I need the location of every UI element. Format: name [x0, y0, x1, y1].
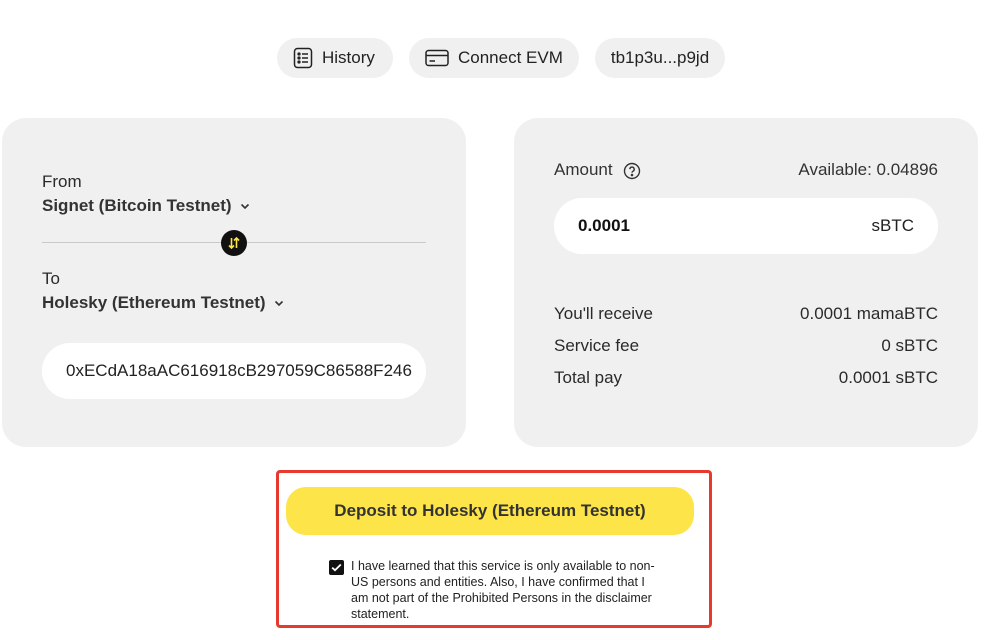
- connect-evm-button[interactable]: Connect EVM: [409, 38, 579, 78]
- amount-value: 0.0001: [578, 216, 630, 235]
- disclaimer-text: I have learned that this service is only…: [351, 559, 655, 621]
- from-network-name: Signet (Bitcoin Testnet): [42, 196, 232, 215]
- list-icon: [293, 47, 313, 69]
- disclaimer-checkbox[interactable]: [329, 560, 344, 575]
- total-row: Total pay 0.0001 sBTC: [554, 368, 938, 388]
- history-label: History: [322, 48, 375, 67]
- to-network-name: Holesky (Ethereum Testnet): [42, 293, 266, 312]
- amount-header: Amount Available: 0.04896: [554, 160, 938, 180]
- deposit-button[interactable]: Deposit to Holesky (Ethereum Testnet): [286, 487, 694, 535]
- chevron-down-icon: [240, 203, 250, 210]
- available-balance: Available: 0.04896: [798, 160, 938, 179]
- wallet-address-button[interactable]: tb1p3u...p9jd: [595, 38, 725, 78]
- history-button[interactable]: History: [277, 38, 393, 78]
- network-card: From Signet (Bitcoin Testnet) To Holesky…: [2, 118, 466, 447]
- fee-row: Service fee 0 sBTC: [554, 336, 938, 356]
- from-network-select[interactable]: Signet (Bitcoin Testnet): [42, 196, 250, 216]
- swap-networks-button[interactable]: [221, 230, 247, 256]
- to-network-select[interactable]: Holesky (Ethereum Testnet): [42, 293, 284, 313]
- deposit-label: Deposit to Holesky (Ethereum Testnet): [334, 501, 646, 520]
- connect-evm-label: Connect EVM: [458, 48, 563, 67]
- destination-address-value: 0xECdA18aAC616918cB297059C86588F246: [66, 361, 412, 380]
- to-label: To: [42, 269, 60, 288]
- amount-card: Amount Available: 0.04896 0.0001 sBTC Yo…: [514, 118, 978, 447]
- receive-value: 0.0001 mamaBTC: [800, 304, 938, 323]
- wallet-address: tb1p3u...p9jd: [610, 48, 710, 67]
- amount-label: Amount: [554, 160, 613, 179]
- swap-arrows-icon: [227, 236, 241, 250]
- amount-label-group: Amount: [554, 160, 641, 180]
- top-nav: History Connect EVM tb1p3u...p9jd: [0, 38, 1002, 78]
- question-circle-icon[interactable]: [623, 162, 641, 180]
- fee-label: Service fee: [554, 336, 640, 355]
- chevron-down-icon: [274, 300, 284, 307]
- fee-value: 0 sBTC: [881, 336, 938, 355]
- receive-label: You'll receive: [554, 304, 654, 323]
- from-label: From: [42, 172, 82, 191]
- amount-unit: sBTC: [871, 216, 915, 235]
- receive-row: You'll receive 0.0001 mamaBTC: [554, 304, 938, 324]
- check-icon: [331, 563, 342, 572]
- amount-input[interactable]: 0.0001 sBTC: [554, 198, 938, 254]
- total-label: Total pay: [554, 368, 623, 387]
- card-icon: [425, 49, 449, 67]
- total-value: 0.0001 sBTC: [838, 368, 938, 387]
- destination-address-input[interactable]: 0xECdA18aAC616918cB297059C86588F246: [42, 343, 426, 399]
